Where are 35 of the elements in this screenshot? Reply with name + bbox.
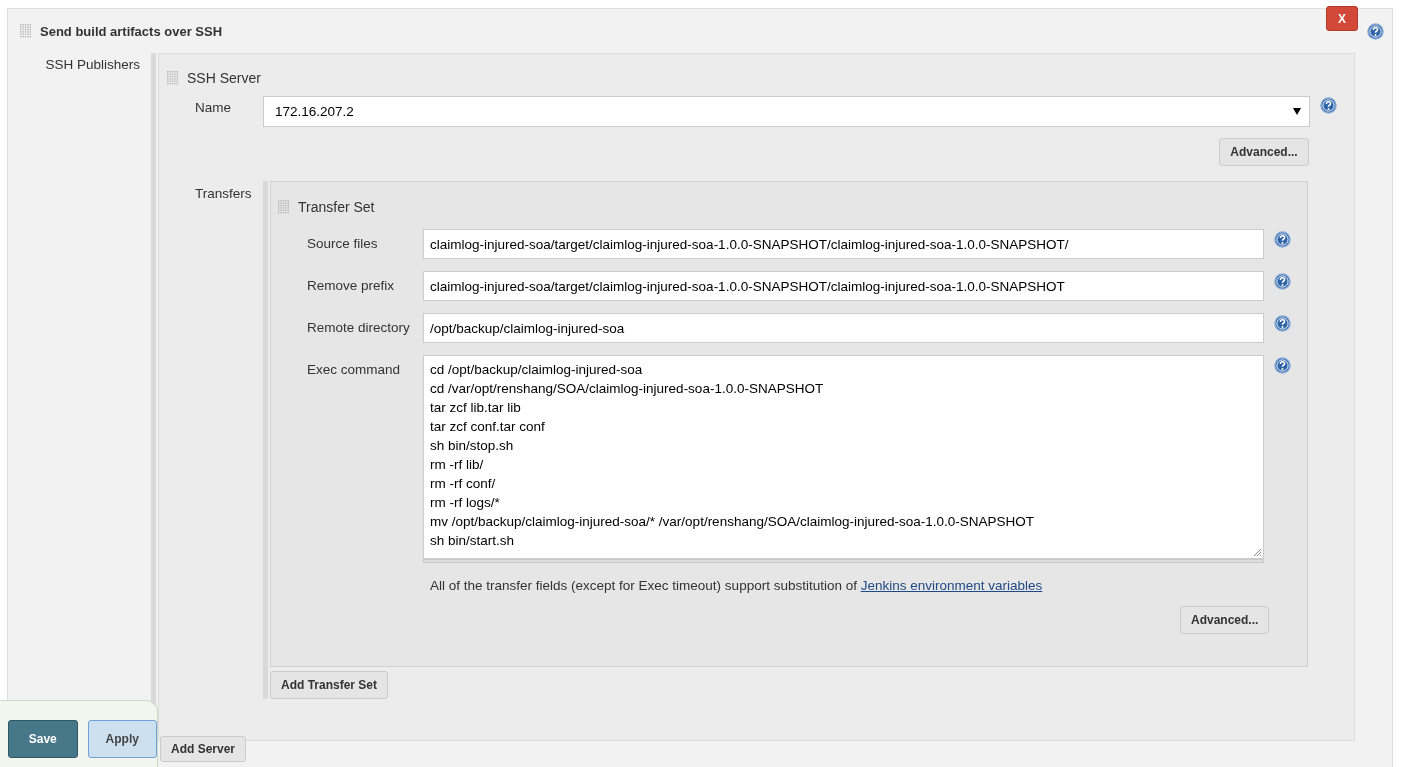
exec-command-field[interactable]: cd /opt/backup/claimlog-injured-soa cd /var/opt/renshang/SOA/claimlog-injured-soa-1.0.0-SNAPSHOT tar zcf lib.tar lib tar zcf conf.tar conf sh bin/stop.sh rm -rf lib/ rm -rf conf/ rm -rf logs/* mv /opt/backup/claimlog-injured-soa/* /var/opt/renshang/SOA/claimlog-injured-soa-1.0.0-SNAPSHOT sh bin/start.sh bbox=[423, 355, 1264, 559]
environment-variables-link[interactable]: Jenkins environment variables bbox=[860, 578, 1043, 593]
text-field[interactable]: /opt/backup/claimlog-injured-soa bbox=[423, 313, 1264, 343]
field-label: Transfers bbox=[194, 185, 253, 203]
field-label: SSH Publishers bbox=[44, 56, 141, 72]
help-icon[interactable] bbox=[1320, 97, 1337, 114]
help-icon[interactable] bbox=[1274, 273, 1291, 290]
advanced-button[interactable]: Advanced... bbox=[1180, 606, 1269, 634]
drag-handle-icon[interactable] bbox=[20, 24, 32, 38]
save-button[interactable]: Save bbox=[8, 720, 78, 758]
caret-icon bbox=[1293, 108, 1301, 115]
section-title: Send build artifacts over SSH bbox=[40, 23, 223, 39]
text-field[interactable]: claimlog-injured-soa/target/claimlog-injured-soa-1.0.0-SNAPSHOT/claimlog-injured-soa-1.0.0-SNAPSHOT/ bbox=[423, 229, 1264, 259]
drag-handle-icon[interactable] bbox=[278, 200, 290, 214]
apply-button[interactable]: Apply bbox=[87, 720, 157, 758]
help-icon[interactable] bbox=[1367, 23, 1384, 40]
help-note: All of the transfer fields (except for Exec timeout) support substitution of Jenkins environment variables bbox=[430, 578, 1044, 593]
add-server-button[interactable]: Add Server bbox=[160, 736, 247, 762]
field-label: Source files bbox=[306, 235, 379, 251]
drag-handle-icon[interactable] bbox=[167, 71, 179, 85]
panel-title: SSH Server bbox=[187, 70, 261, 86]
help-icon[interactable] bbox=[1274, 315, 1291, 332]
panel-title: Transfer Set bbox=[298, 199, 375, 215]
help-icon[interactable] bbox=[1274, 357, 1291, 374]
text-field[interactable]: claimlog-injured-soa/target/claimlog-injured-soa-1.0.0-SNAPSHOT/claimlog-injured-soa-1.0.0-SNAPSHOT bbox=[423, 271, 1264, 301]
field-label: Remove prefix bbox=[306, 277, 396, 293]
server-name-dropdown[interactable]: 172.16.207.2 bbox=[263, 96, 1310, 127]
field-label: Exec command bbox=[306, 361, 402, 377]
help-icon[interactable] bbox=[1274, 231, 1291, 248]
field-label: Name bbox=[194, 99, 232, 115]
delete-button[interactable]: X bbox=[1326, 6, 1358, 31]
field-label: Remote directory bbox=[306, 319, 411, 335]
resize-handle-icon[interactable] bbox=[1253, 548, 1262, 557]
advanced-button[interactable]: Advanced... bbox=[1219, 138, 1309, 166]
add-transfer-set-button[interactable]: Add Transfer Set bbox=[270, 671, 389, 699]
